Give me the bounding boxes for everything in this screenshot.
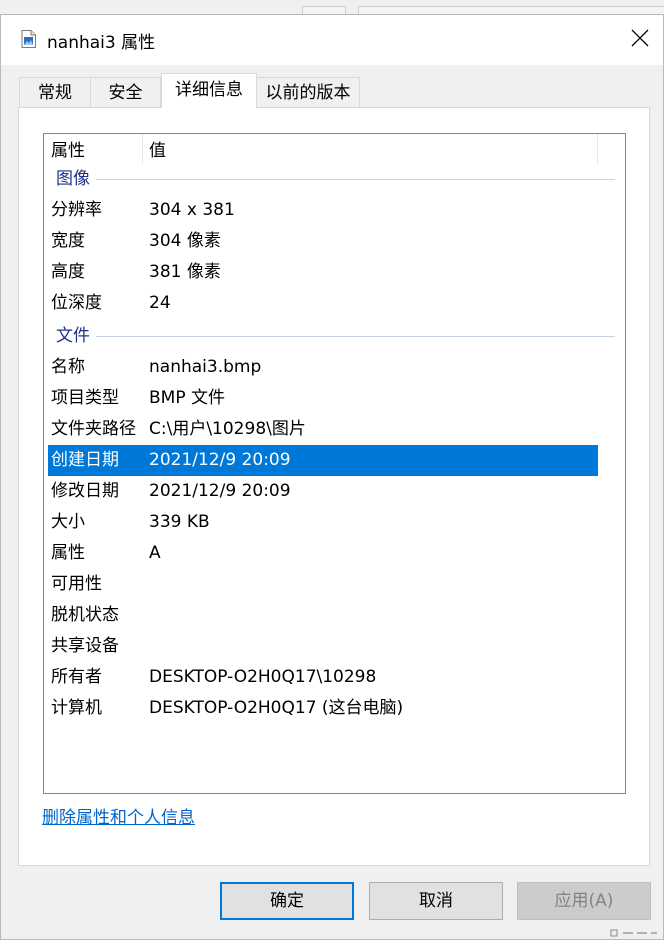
- property-value: 304 x 381: [149, 200, 235, 220]
- property-value: 304 像素: [149, 231, 221, 251]
- list-item[interactable]: 大小 339 KB: [48, 507, 598, 538]
- tab-label: 常规: [38, 83, 72, 103]
- bitmap-file-icon: [21, 30, 36, 48]
- tab-security[interactable]: 安全: [90, 77, 161, 107]
- tab-label: 详细信息: [175, 80, 243, 100]
- window-title: nanhai3 属性: [47, 33, 156, 53]
- property-name: 脱机状态: [51, 605, 119, 625]
- property-name: 项目类型: [51, 388, 119, 408]
- group-separator: [56, 179, 615, 180]
- property-name: 文件夹路径: [51, 419, 136, 439]
- list-item[interactable]: 文件夹路径 C:\用户\10298\图片: [48, 414, 598, 445]
- list-item[interactable]: 高度 381 像素: [48, 257, 598, 288]
- property-value: 2021/12/9 20:09: [149, 450, 291, 470]
- close-icon: [631, 29, 649, 47]
- property-value: DESKTOP-O2H0Q17\10298: [149, 667, 377, 687]
- group-header-image: 图像: [44, 165, 625, 193]
- property-name: 分辨率: [51, 200, 102, 220]
- property-name: 宽度: [51, 231, 85, 251]
- property-name: 高度: [51, 262, 85, 282]
- list-item[interactable]: 名称 nanhai3.bmp: [48, 352, 598, 383]
- column-header-value[interactable]: 值: [149, 134, 166, 168]
- list-item[interactable]: 宽度 304 像素: [48, 226, 598, 257]
- list-item[interactable]: 项目类型 BMP 文件: [48, 383, 598, 414]
- ok-button[interactable]: 确定: [220, 882, 354, 920]
- tab-general[interactable]: 常规: [19, 77, 91, 107]
- property-name: 名称: [51, 357, 85, 377]
- property-value: A: [149, 543, 161, 563]
- properties-dialog: nanhai3 属性 常规 安全 详细信息 以前的版本 属性 值 图像 分辨率 …: [0, 14, 664, 940]
- list-item[interactable]: 分辨率 304 x 381: [48, 195, 598, 226]
- list-item[interactable]: 修改日期 2021/12/9 20:09: [48, 476, 598, 507]
- property-name: 创建日期: [51, 450, 119, 470]
- group-label: 文件: [56, 322, 96, 350]
- list-item[interactable]: 位深度 24: [48, 288, 598, 319]
- tab-previous-versions[interactable]: 以前的版本: [256, 77, 360, 107]
- group-separator: [56, 336, 615, 337]
- property-value: C:\用户\10298\图片: [149, 419, 306, 439]
- resize-grip-icon[interactable]: [609, 929, 659, 937]
- property-value: nanhai3.bmp: [149, 357, 262, 377]
- tab-details[interactable]: 详细信息: [161, 73, 257, 108]
- property-value: 381 像素: [149, 262, 221, 282]
- list-item[interactable]: 属性 A: [48, 538, 598, 569]
- apply-button[interactable]: 应用(A): [517, 882, 651, 920]
- property-value: 24: [149, 293, 171, 313]
- group-label: 图像: [56, 165, 96, 193]
- property-name: 属性: [51, 543, 85, 563]
- list-item-selected[interactable]: 创建日期 2021/12/9 20:09: [48, 445, 598, 476]
- property-name: 位深度: [51, 293, 102, 313]
- close-button[interactable]: [617, 15, 663, 61]
- property-name: 可用性: [51, 574, 102, 594]
- property-name: 共享设备: [51, 636, 119, 656]
- list-item[interactable]: 所有者 DESKTOP-O2H0Q17\10298: [48, 662, 598, 693]
- property-list[interactable]: 属性 值 图像 分辨率 304 x 381 宽度 304 像素 高度 381 像…: [43, 133, 626, 794]
- tab-label: 安全: [108, 83, 143, 103]
- property-value: DESKTOP-O2H0Q17 (这台电脑): [149, 698, 404, 718]
- property-name: 所有者: [51, 667, 102, 687]
- property-name: 计算机: [51, 698, 102, 718]
- list-item[interactable]: 可用性: [48, 569, 598, 600]
- list-item[interactable]: 共享设备: [48, 631, 598, 662]
- property-value: 339 KB: [149, 512, 210, 532]
- group-header-file: 文件: [44, 322, 625, 350]
- title-bar: nanhai3 属性: [1, 15, 663, 65]
- remove-properties-link[interactable]: 删除属性和个人信息: [42, 803, 195, 828]
- list-item[interactable]: 计算机 DESKTOP-O2H0Q17 (这台电脑): [48, 693, 598, 724]
- cancel-button[interactable]: 取消: [369, 882, 503, 920]
- list-item[interactable]: 脱机状态: [48, 600, 598, 631]
- details-panel: 属性 值 图像 分辨率 304 x 381 宽度 304 像素 高度 381 像…: [18, 107, 650, 866]
- column-divider[interactable]: [597, 134, 598, 164]
- property-name: 修改日期: [51, 481, 119, 501]
- column-divider[interactable]: [142, 134, 143, 164]
- property-name: 大小: [51, 512, 85, 532]
- property-value: 2021/12/9 20:09: [149, 481, 291, 501]
- list-header: 属性 值: [44, 134, 625, 168]
- column-header-property[interactable]: 属性: [51, 134, 85, 168]
- property-value: BMP 文件: [149, 388, 225, 408]
- tab-label: 以前的版本: [265, 83, 351, 103]
